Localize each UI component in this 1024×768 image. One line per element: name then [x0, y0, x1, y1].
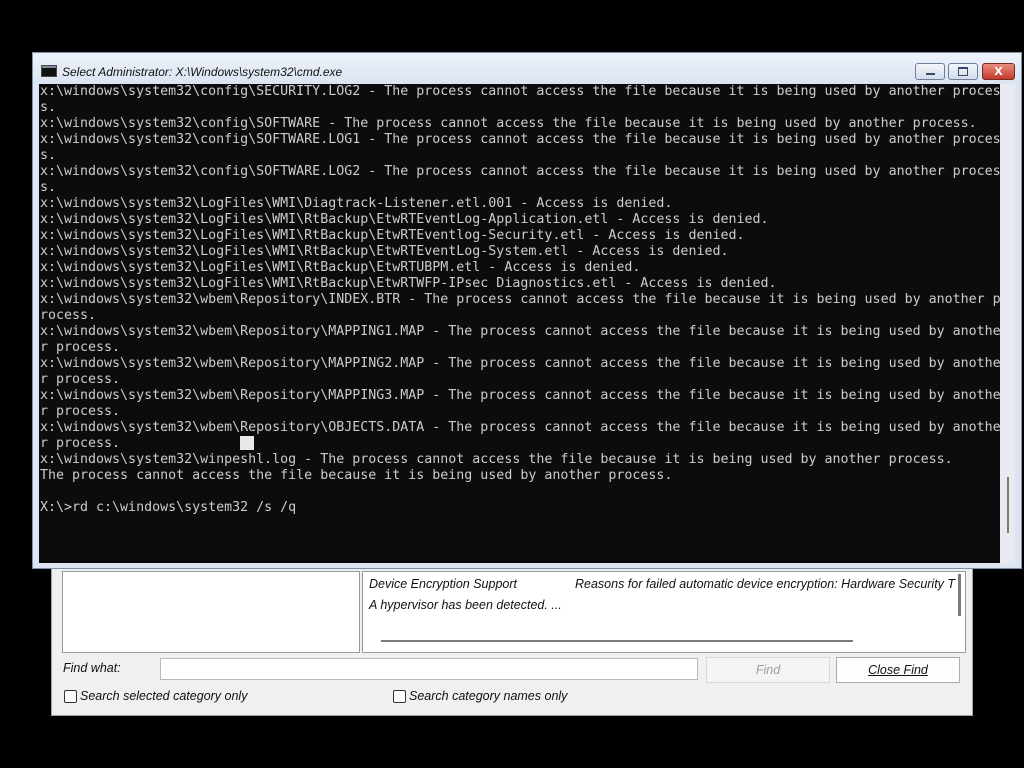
minimize-button[interactable] [915, 63, 945, 80]
console-line: r process. [40, 372, 121, 387]
find-button[interactable]: Find [706, 657, 830, 683]
command-prompt-window: Select Administrator: X:\Windows\system3… [32, 52, 1022, 569]
console-line: x:\windows\system32\LogFiles\WMI\Diagtra… [40, 196, 673, 211]
find-what-label: Find what: [63, 661, 121, 675]
list-item-name: Device Encryption Support [369, 577, 517, 591]
console-line: s. [40, 148, 57, 163]
cmd-app-icon[interactable] [41, 65, 57, 77]
console-line: X:\>rd c:\windows\system32 /s /q [40, 500, 297, 515]
console-line: x:\windows\system32\wbem\Repository\OBJE… [40, 420, 1000, 435]
details-list-pane[interactable]: Device Encryption Support Reasons for fa… [362, 571, 966, 653]
console-line: x:\windows\system32\wbem\Repository\MAPP… [40, 324, 1000, 339]
console-line: r process. [40, 404, 121, 419]
window-title: Select Administrator: X:\Windows\system3… [62, 65, 343, 79]
close-find-button[interactable]: Close Find [836, 657, 960, 683]
close-button[interactable]: X [982, 63, 1015, 80]
console-line: r process. [40, 436, 121, 451]
console-line: rocess. [40, 308, 97, 323]
console-line: x:\windows\system32\config\SECURITY.LOG2… [40, 84, 1000, 99]
mouse-cursor-icon [240, 436, 254, 450]
checkbox-icon[interactable] [64, 689, 77, 703]
search-selected-category-checkbox[interactable]: Search selected category only [64, 689, 247, 703]
checkbox-icon[interactable] [393, 689, 406, 703]
list-item[interactable]: A hypervisor has been detected. ... [369, 598, 562, 612]
console-line: s. [40, 180, 57, 195]
console-line: x:\windows\system32\LogFiles\WMI\RtBacku… [40, 260, 641, 275]
maximize-button[interactable] [948, 63, 978, 80]
console-line: r process. [40, 340, 121, 355]
list-item-name: A hypervisor has been detected. ... [369, 598, 562, 612]
console-line: x:\windows\system32\wbem\Repository\MAPP… [40, 388, 1000, 403]
checkbox-label: Search category names only [409, 689, 568, 703]
console-line: x:\windows\system32\winpeshl.log - The p… [40, 452, 953, 467]
category-tree-pane[interactable] [62, 571, 360, 653]
console-line: x:\windows\system32\config\SOFTWARE.LOG1… [40, 132, 1000, 147]
scrollbar-thumb[interactable] [1007, 477, 1009, 533]
console-line: x:\windows\system32\wbem\Repository\MAPP… [40, 356, 1000, 371]
title-bar[interactable]: Select Administrator: X:\Windows\system3… [33, 53, 1021, 83]
console-line: x:\windows\system32\config\SOFTWARE - Th… [40, 116, 977, 131]
console-output[interactable]: x:\windows\system32\config\SECURITY.LOG2… [39, 84, 1000, 563]
list-item[interactable]: Device Encryption Support Reasons for fa… [369, 577, 955, 591]
minimize-icon [925, 73, 935, 75]
horizontal-scrollbar[interactable] [381, 640, 853, 642]
find-what-input[interactable] [160, 658, 698, 680]
search-category-names-checkbox[interactable]: Search category names only [393, 689, 567, 703]
system-information-window: Device Encryption Support Reasons for fa… [51, 560, 973, 716]
console-lines: x:\windows\system32\config\SECURITY.LOG2… [40, 84, 1000, 516]
console-line: x:\windows\system32\LogFiles\WMI\RtBacku… [40, 276, 777, 291]
close-icon: X [994, 65, 1003, 78]
maximize-icon [958, 67, 968, 76]
console-line: x:\windows\system32\wbem\Repository\INDE… [40, 292, 1000, 307]
console-line: x:\windows\system32\LogFiles\WMI\RtBacku… [40, 212, 769, 227]
vertical-scrollbar[interactable] [1000, 84, 1015, 563]
console-line: x:\windows\system32\LogFiles\WMI\RtBacku… [40, 244, 729, 259]
checkbox-label: Search selected category only [80, 689, 248, 703]
console-line: x:\windows\system32\LogFiles\WMI\RtBacku… [40, 228, 745, 243]
list-item-value: Reasons for failed automatic device encr… [575, 577, 956, 591]
console-line: The process cannot access the file becau… [40, 468, 673, 483]
console-line: x:\windows\system32\config\SOFTWARE.LOG2… [40, 164, 1000, 179]
console-line: s. [40, 100, 57, 115]
vertical-scrollbar[interactable] [958, 574, 961, 616]
